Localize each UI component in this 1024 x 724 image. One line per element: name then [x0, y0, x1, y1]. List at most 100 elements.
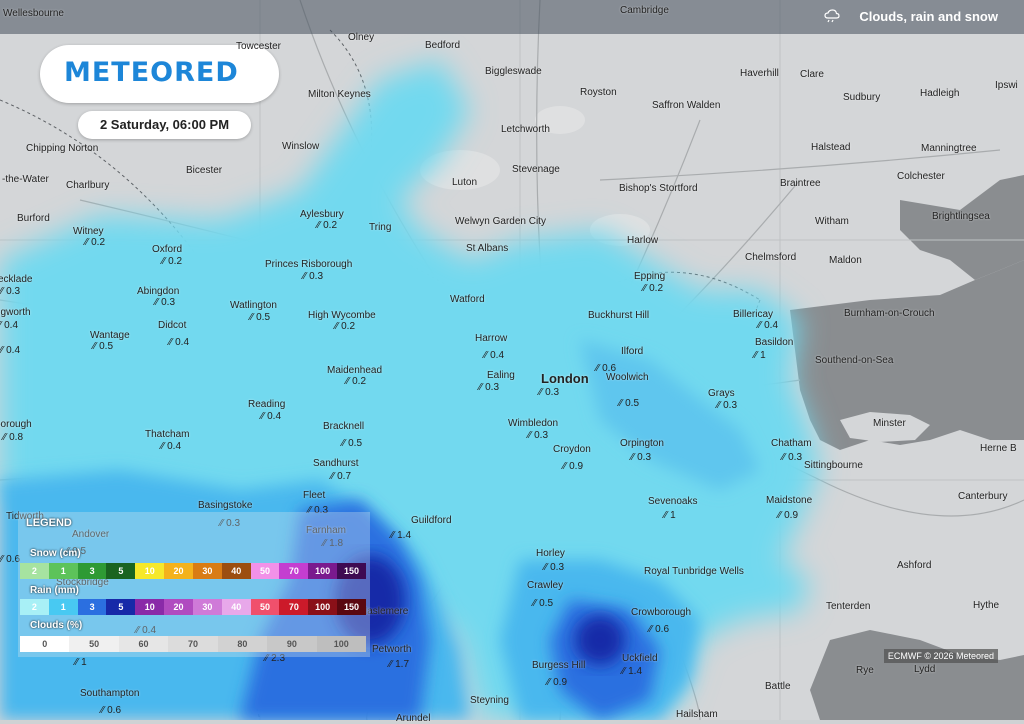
precip-value: ⁄⁄ 1 [754, 350, 766, 361]
legend-step: 100 [308, 563, 338, 579]
precip-value: ⁄⁄ 0.3 [303, 271, 324, 282]
place-label: Brightlingsea [932, 211, 990, 222]
place-label: Biggleswade [485, 66, 542, 77]
precip-value: ⁄⁄ 0.5 [533, 598, 554, 609]
precip-value: ⁄⁄ 0.3 [717, 400, 738, 411]
precip-value: ⁄⁄ 0.3 [539, 387, 560, 398]
snow-legend-label: Snow (cm) [30, 548, 81, 559]
place-label: Lydd [914, 664, 936, 675]
precip-value: ⁄⁄ 0.3 [479, 382, 500, 393]
place-label: Tenterden [826, 601, 871, 612]
place-label: Burnham-on-Crouch [844, 308, 935, 319]
place-label: Basildon [755, 337, 794, 348]
place-label: Abingdon [137, 286, 180, 297]
place-label: Charlbury [66, 180, 110, 191]
legend-step: 40 [221, 599, 251, 615]
legend-step: 60 [118, 636, 169, 652]
place-label: Crowborough [631, 607, 692, 618]
place-label: Basingstoke [198, 500, 253, 511]
place-label: Chipping Norton [26, 143, 99, 154]
precip-value: ⁄⁄ 0.9 [778, 510, 799, 521]
place-label: High Wycombe [308, 310, 376, 321]
place-label: Stevenage [512, 164, 560, 175]
precip-value: ⁄⁄ 0.9 [547, 677, 568, 688]
legend-step: 100 [308, 599, 338, 615]
place-label: Royal Tunbridge Wells [644, 566, 744, 577]
precip-value: ⁄⁄ 1 [664, 510, 676, 521]
place-label: ngworth [0, 307, 31, 318]
place-label: Battle [765, 681, 791, 692]
precip-value: ⁄⁄ 0.3 [155, 297, 176, 308]
top-bar: Clouds, rain and snow [0, 0, 1024, 34]
precip-value: ⁄⁄ 0.2 [162, 256, 183, 267]
layer-title[interactable]: Clouds, rain and snow [859, 9, 998, 24]
legend-step: 10 [135, 563, 165, 579]
place-label: Ipswi [995, 80, 1018, 91]
place-label: Wimbledon [508, 418, 559, 429]
place-label: Chatham [771, 438, 812, 449]
place-label: Epping [634, 271, 666, 282]
legend-step: 70 [168, 636, 218, 652]
map-credit: ECMWF © 2026 Meteored [883, 649, 998, 663]
place-label: Grays [708, 388, 735, 399]
place-label: Tring [369, 222, 392, 233]
place-label: Chelmsford [745, 252, 797, 263]
place-label: -the-Water [2, 174, 49, 185]
precip-value: ⁄⁄ 0.2 [346, 376, 367, 387]
place-label: Princes Risborough [265, 259, 353, 270]
legend-step: 90 [267, 636, 317, 652]
cloud-rain-icon [824, 9, 840, 23]
place-label: Herne B [980, 443, 1017, 454]
place-label: Guildford [411, 515, 452, 526]
legend-step: 20 [164, 599, 193, 615]
place-label: Maidenhead [327, 365, 383, 376]
place-label: Southend-on-Sea [815, 355, 894, 366]
precip-value: ⁄⁄ 0.6 [649, 624, 670, 635]
place-label: Maidstone [766, 495, 813, 506]
place-label: Sevenoaks [648, 496, 698, 507]
place-label: Horley [536, 548, 565, 559]
legend-step: 100 [316, 636, 366, 652]
place-label: Cambridge [620, 5, 669, 16]
meteored-logo[interactable]: METEORED [40, 45, 279, 103]
precip-value: ⁄⁄ 0.3 [528, 430, 549, 441]
precip-value: ⁄⁄ 0.8 [3, 432, 24, 443]
place-label: Olney [348, 32, 375, 43]
place-label: Thatcham [145, 429, 190, 440]
place-label: Reading [248, 399, 286, 410]
place-label: Wellesbourne [3, 8, 64, 19]
place-label: Sudbury [843, 92, 881, 103]
precip-value: ⁄⁄ 0.5 [93, 341, 114, 352]
place-label: Orpington [620, 438, 664, 449]
time-label[interactable]: 2 Saturday, 06:00 PM [78, 111, 251, 139]
legend-step: 5 [106, 563, 136, 579]
precip-value: ⁄⁄ 0.7 [331, 471, 352, 482]
precip-value: ⁄⁄ 0.2 [335, 321, 356, 332]
place-label: Maldon [829, 255, 862, 266]
legend-step: 3 [77, 599, 107, 615]
rain-legend-label: Rain (mm) [30, 585, 79, 596]
place-label: Watford [450, 294, 485, 305]
place-label: Oxford [152, 244, 183, 255]
legend-step: 70 [279, 563, 309, 579]
place-label: borough [0, 419, 32, 430]
place-label: ecklade [0, 274, 33, 285]
place-label: Welwyn Garden City [455, 216, 546, 227]
legend-step: 50 [69, 636, 119, 652]
place-label: Rye [856, 665, 874, 676]
place-label: Milton Keynes [308, 89, 371, 100]
place-label: Burgess Hill [532, 660, 586, 671]
precip-value: ⁄⁄ 0.2 [317, 220, 338, 231]
place-label: Luton [452, 177, 478, 188]
place-label: Bicester [186, 165, 223, 176]
place-label: Halstead [811, 142, 851, 153]
legend-step: 50 [250, 563, 280, 579]
legend-step: 20 [164, 563, 193, 579]
place-label: Aylesbury [300, 209, 344, 220]
place-label: Harrow [475, 333, 508, 344]
legend-panel: LEGEND Snow (cm) 2 1 3 5 10 20 30 40 50 70 100 150 … [18, 512, 370, 657]
precip-value: ⁄⁄ 0.6 [596, 363, 617, 374]
place-label: Bishop's Stortford [619, 183, 698, 194]
legend-step: 150 [337, 563, 366, 579]
rain-scale: 2 1 3 5 10 20 30 40 50 70 100 150 [20, 599, 366, 615]
